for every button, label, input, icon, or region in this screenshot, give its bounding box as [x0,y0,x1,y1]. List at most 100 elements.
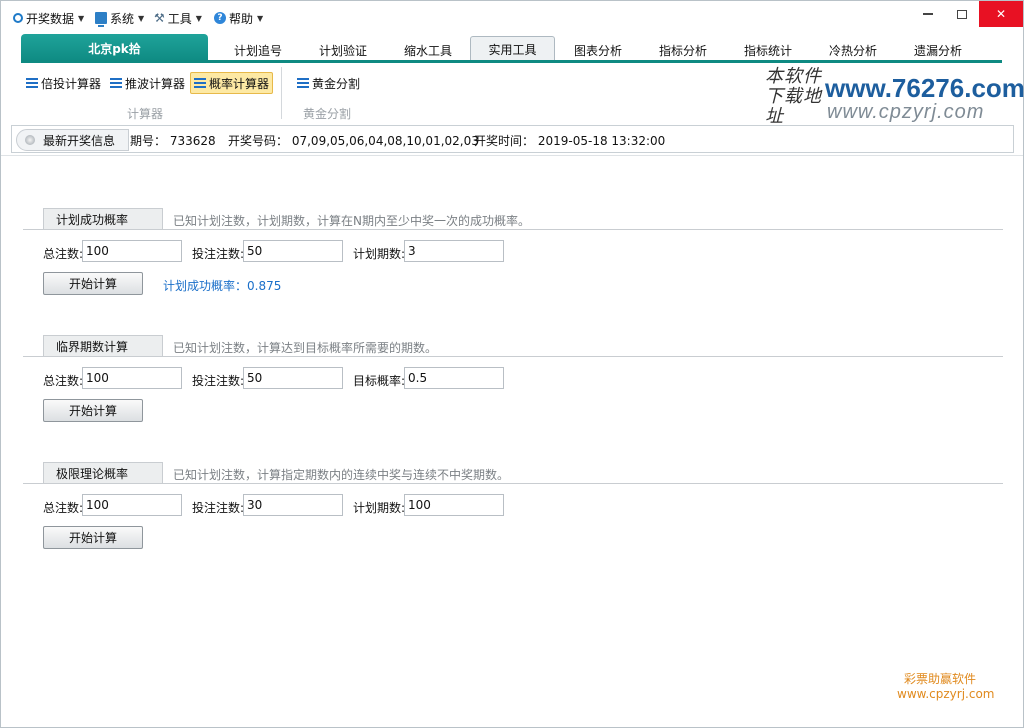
tab-plan-verify[interactable]: 计划验证 [308,39,378,62]
menu-help[interactable]: ? 帮助 ▼ [214,9,263,27]
watermark-site-secondary: www.cpzyrj.com [827,101,985,123]
calculator-group-label: 计算器 [127,107,164,121]
tab-indicator-stats[interactable]: 指标统计 [733,39,803,62]
status-dot-icon [25,135,35,145]
monitor-icon [95,12,107,27]
divider [1,155,1023,156]
section-desc-limit-probability: 已知计划注数，计算指定期数内的连续中奖与连续不中奖期数。 [173,468,510,482]
target-probability-input[interactable] [404,367,504,389]
draw-time-value: 2019-05-18 13:32:00 [537,134,666,148]
bet-count-input[interactable] [243,494,343,516]
section-desc-critical-periods: 已知计划注数，计算达到目标概率所需要的期数。 [173,341,438,355]
plan-periods-input[interactable] [404,240,504,262]
bet-count-input[interactable] [243,240,343,262]
field-label-plan-periods: 计划期数: [353,501,406,515]
minimize-button[interactable] [911,1,945,27]
window-controls: ✕ [911,1,1023,27]
section-divider [23,356,1003,357]
section-divider [23,483,1003,484]
menu-lottery-data-label: 开奖数据 [26,11,75,26]
site-watermark: 本软件下载地址 www.76276.com www.cpzyrj.com [765,65,1024,127]
probability-calculator-button[interactable]: 概率计算器 [190,72,274,94]
field-label-total-bets: 总注数: [43,247,84,261]
plan-periods-input[interactable] [404,494,504,516]
tools-icon: ⚒ [154,11,165,25]
footer-site-url: www.cpzyrj.com [897,687,995,701]
close-icon: ✕ [995,7,1007,21]
chevron-down-icon: ▼ [257,13,264,23]
minimize-icon [923,13,933,15]
field-label-total-bets: 总注数: [43,501,84,515]
tab-missing-analysis[interactable]: 遗漏分析 [903,39,973,62]
list-icon [297,78,309,88]
field-label-bet-count: 投注注数: [192,247,245,261]
section-title-limit-probability: 极限理论概率 [43,462,163,484]
circle-icon [13,13,23,23]
field-label-bet-count: 投注注数: [192,374,245,388]
golden-section-label: 黄金分割 [312,76,361,91]
main-tabs: 北京pk拾 计划追号 计划验证 缩水工具 实用工具 图表分析 指标分析 指标统计… [1,34,1023,62]
golden-section-button[interactable]: 黄金分割 [294,72,363,94]
tab-utility-tools[interactable]: 实用工具 [470,36,555,62]
section-divider [23,229,1003,230]
field-label-bet-count: 投注注数: [192,501,245,515]
field-label-target-probability: 目标概率: [353,374,406,388]
maximize-icon [957,9,967,19]
period-info: 期号： 733628 [130,132,216,149]
tab-indicator-analysis[interactable]: 指标分析 [648,39,718,62]
latest-draw-tag-label: 最新开奖信息 [43,133,116,148]
menu-tools-label: 工具 [167,11,192,26]
list-icon [26,78,38,88]
tab-hot-cold-analysis[interactable]: 冷热分析 [818,39,888,62]
menu-lottery-data[interactable]: 开奖数据 ▼ [13,9,84,27]
latest-draw-tag: 最新开奖信息 [16,129,129,151]
total-bets-input[interactable] [82,494,182,516]
wave-calculator-button[interactable]: 推波计算器 [107,72,188,94]
period-label: 期号： [130,134,167,148]
probability-calculator-label: 概率计算器 [209,76,270,91]
wave-calculator-label: 推波计算器 [125,76,186,91]
total-bets-input[interactable] [82,240,182,262]
period-value: 733628 [169,134,216,148]
draw-time-info: 开奖时间： 2019-05-18 13:32:00 [474,132,665,149]
watermark-handwriting: 本软件下载地址 [765,66,822,127]
close-button[interactable]: ✕ [979,1,1023,27]
help-icon: ? [214,12,226,24]
bet-count-input[interactable] [243,367,343,389]
menu-system-label: 系统 [110,11,135,26]
field-label-plan-periods: 计划期数: [353,247,406,261]
chevron-down-icon: ▼ [78,13,85,23]
draw-time-label: 开奖时间： [474,134,535,148]
tab-plan-chase[interactable]: 计划追号 [223,39,293,62]
section-desc-plan-success: 已知计划注数，计划期数，计算在N期内至少中奖一次的成功概率。 [173,214,530,228]
tab-shrink-tool[interactable]: 缩水工具 [393,39,463,62]
double-bet-calculator-label: 倍投计算器 [41,76,102,91]
watermark-site-main: www.76276.com [825,73,1024,103]
start-calc-button-plan-success[interactable]: 开始计算 [43,272,143,295]
menu-help-label: 帮助 [229,11,254,26]
maximize-button[interactable] [945,1,979,27]
footer-brand-name: 彩票助赢软件 [904,672,977,686]
latest-draw-info-bar: 最新开奖信息 期号： 733628 开奖号码： 07,09,05,06,04,0… [11,125,1014,153]
menu-system[interactable]: 系统 ▼ [95,9,144,27]
total-bets-input[interactable] [82,367,182,389]
menu-tools[interactable]: ⚒ 工具 ▼ [154,9,202,27]
tab-chart-analysis[interactable]: 图表分析 [563,39,633,62]
ribbon-separator [281,67,282,119]
start-calc-button-limit-probability[interactable]: 开始计算 [43,526,143,549]
golden-section-group-label: 黄金分割 [303,107,352,121]
app-window: 开奖数据 ▼ 系统 ▼ ⚒ 工具 ▼ ? 帮助 ▼ ✕ 北京pk拾 计划追号 计… [0,0,1024,728]
list-icon [194,78,206,88]
field-label-total-bets: 总注数: [43,374,84,388]
list-icon [110,78,122,88]
menu-bar: 开奖数据 ▼ 系统 ▼ ⚒ 工具 ▼ ? 帮助 ▼ ✕ [1,1,1023,33]
chevron-down-icon: ▼ [195,13,202,23]
draw-numbers-label: 开奖号码： [228,134,289,148]
section-title-critical-periods: 临界期数计算 [43,335,163,357]
start-calc-button-critical-periods[interactable]: 开始计算 [43,399,143,422]
plan-success-result: 计划成功概率：0.875 [163,279,282,293]
section-title-plan-success: 计划成功概率 [43,208,163,230]
tab-lottery-beijing-pk10[interactable]: 北京pk拾 [21,34,208,62]
draw-numbers-value: 07,09,05,06,04,08,10,01,02,03 [291,134,479,148]
double-bet-calculator-button[interactable]: 倍投计算器 [23,72,104,94]
